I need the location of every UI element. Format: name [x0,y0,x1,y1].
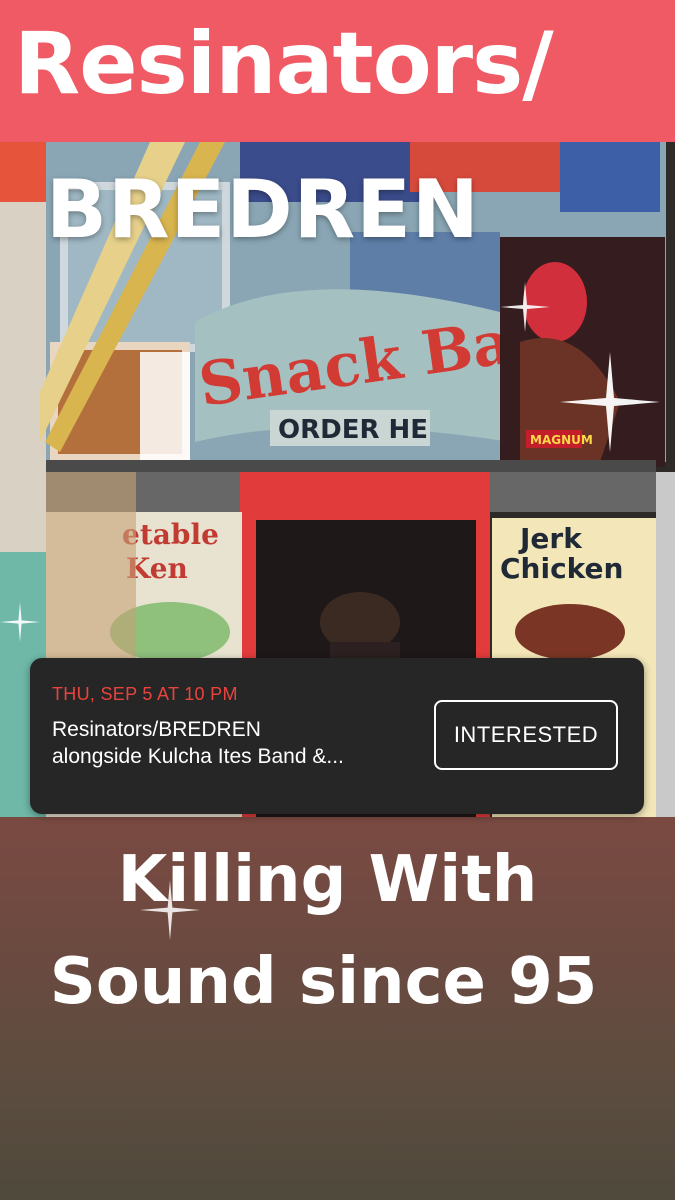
jerk-sign: Jerk [518,522,583,555]
event-title[interactable]: Resinators/BREDREN alongside Kulcha Ites… [52,716,412,770]
page-title-line1: Resinators/ [14,14,554,114]
tagline-line1: Killing With [117,843,538,917]
magnum-poster-label: MAGNUM [530,433,593,447]
event-date: THU, SEP 5 AT 10 PM [52,684,238,704]
tagline-line2: Sound since 95 [49,945,598,1019]
vegetable-sign: etable [122,518,219,551]
chicken-sign: Chicken [500,552,623,585]
order-here-sign: ORDER HE [278,415,428,445]
event-card[interactable]: THU, SEP 5 AT 10 PM Resinators/BREDREN a… [30,658,644,814]
event-title-line1: Resinators/BREDREN [52,718,261,741]
interested-button[interactable]: INTERESTED [434,700,618,770]
event-title-line2: alongside Kulcha Ites Band &... [52,745,344,768]
page-title-line2: BREDREN [46,163,480,256]
